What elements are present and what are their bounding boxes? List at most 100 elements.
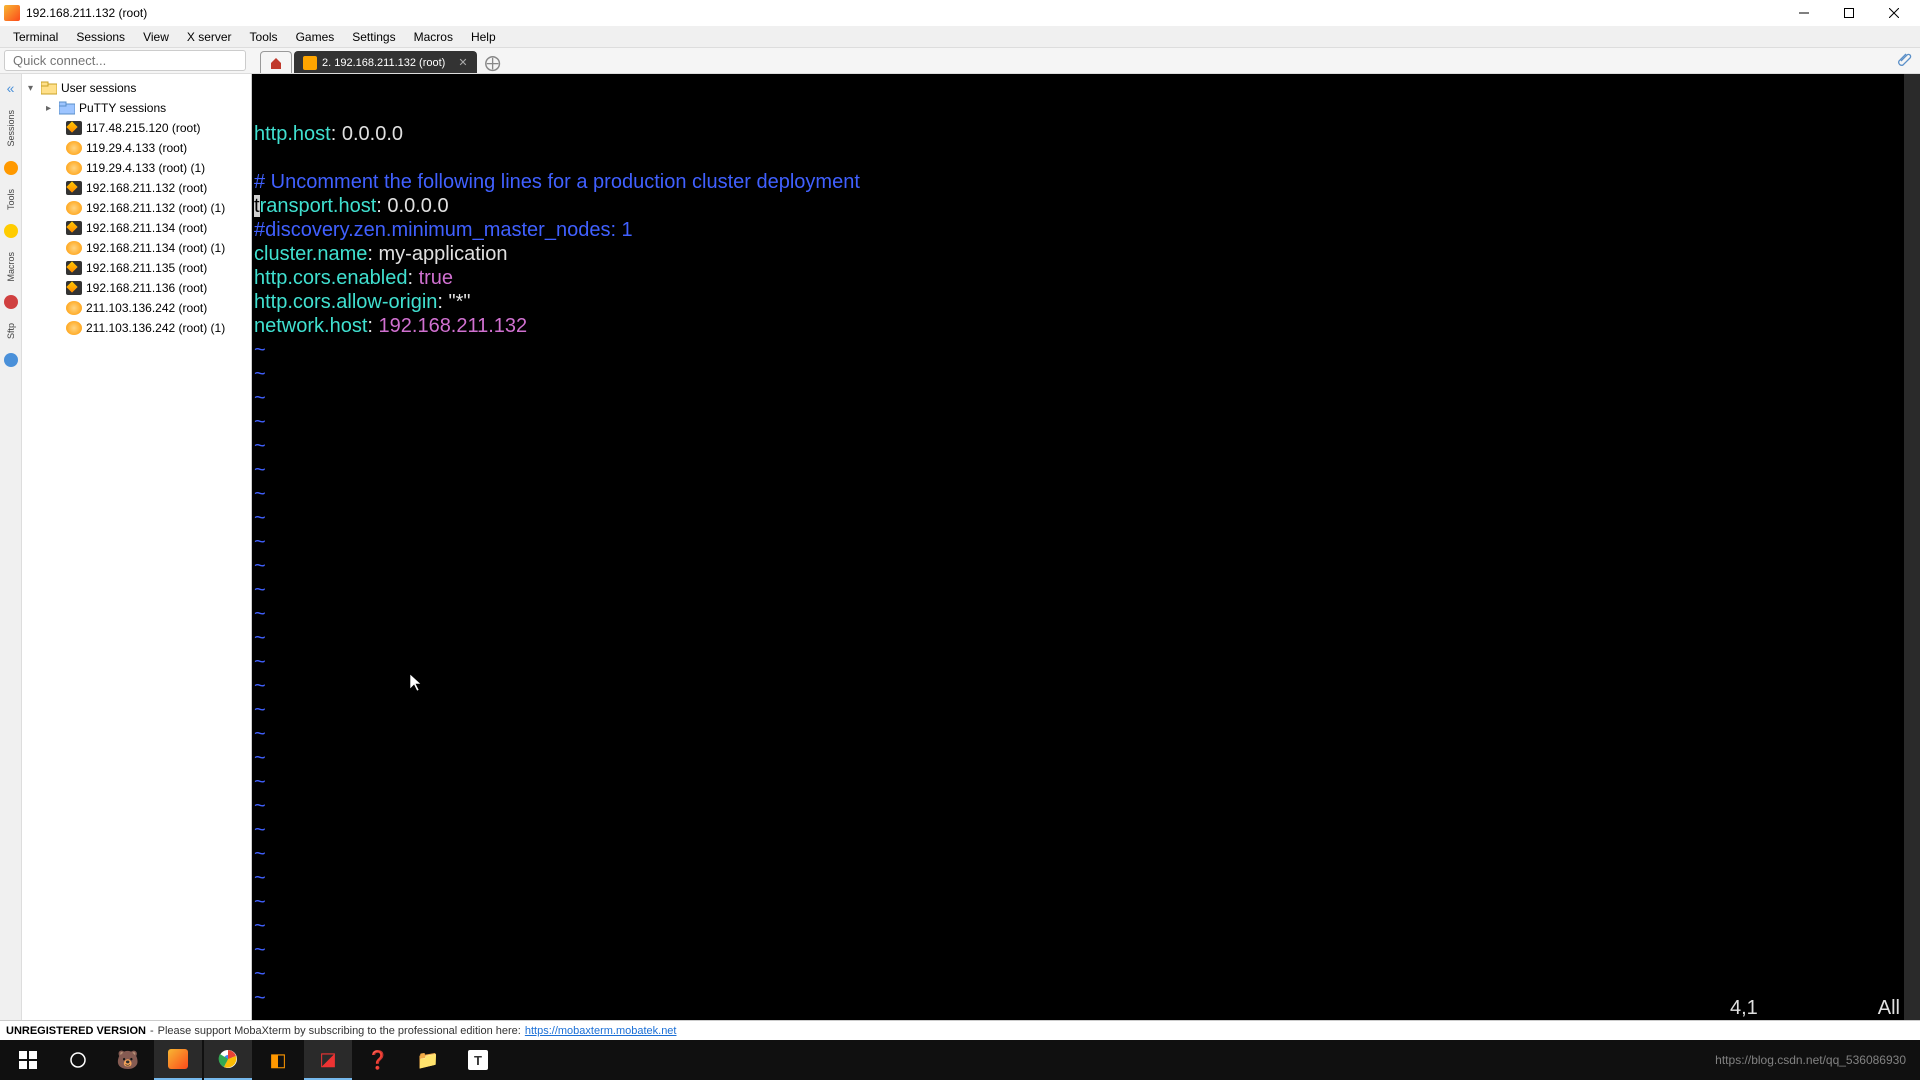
menu-settings[interactable]: Settings [343, 28, 404, 46]
vim-empty-line: ~ [254, 338, 1918, 362]
task-explorer[interactable]: 📁 [404, 1040, 452, 1080]
terminal-line: http.host: 0.0.0.0 [254, 122, 1918, 146]
menu-tools[interactable]: Tools [241, 28, 287, 46]
window-titlebar: 192.168.211.132 (root) [0, 0, 1920, 26]
globe-icon [66, 321, 82, 335]
terminal-line: #discovery.zen.minimum_master_nodes: 1 [254, 218, 1918, 242]
quick-connect-input[interactable] [4, 50, 246, 71]
terminal-line: # Uncomment the following lines for a pr… [254, 170, 1918, 194]
terminal-icon [303, 56, 317, 70]
rail-dot-icon [4, 295, 18, 309]
globe-icon [66, 241, 82, 255]
menu-games[interactable]: Games [287, 28, 344, 46]
task-app-5[interactable]: ❓ [354, 1040, 402, 1080]
session-item[interactable]: 211.103.136.242 (root) (1) [22, 318, 251, 338]
footer-link[interactable]: https://mobaxterm.mobatek.net [525, 1025, 677, 1037]
vim-empty-line: ~ [254, 650, 1918, 674]
scroll-status: All [1878, 996, 1900, 1020]
sessions-sidebar: ▾ User sessions ▸ PuTTY sessions 117.48.… [22, 74, 252, 1020]
attachment-icon[interactable] [1890, 48, 1920, 73]
menu-sessions[interactable]: Sessions [67, 28, 134, 46]
vim-empty-line: ~ [254, 746, 1918, 770]
start-button[interactable] [4, 1040, 52, 1080]
tree-root[interactable]: ▾ User sessions [22, 78, 251, 98]
task-mobaxterm[interactable] [154, 1040, 202, 1080]
tab-close-icon[interactable]: ✕ [458, 56, 467, 69]
session-item[interactable]: 119.29.4.133 (root) [22, 138, 251, 158]
vim-empty-line: ~ [254, 938, 1918, 962]
window-title: 192.168.211.132 (root) [26, 6, 147, 20]
rail-macros[interactable]: Macros [6, 250, 16, 284]
footer-bar: UNREGISTERED VERSION - Please support Mo… [0, 1020, 1920, 1040]
globe-icon [66, 161, 82, 175]
expander-icon[interactable]: ▾ [28, 83, 37, 94]
system-tray[interactable]: https://blog.csdn.net/qq_536086930 [1715, 1053, 1916, 1067]
watermark-text: https://blog.csdn.net/qq_536086930 [1715, 1053, 1906, 1067]
home-icon [269, 56, 283, 70]
task-app-6[interactable]: T [454, 1040, 502, 1080]
vim-empty-line: ~ [254, 818, 1918, 842]
vim-empty-line: ~ [254, 458, 1918, 482]
session-label: 192.168.211.134 (root) (1) [86, 241, 225, 255]
session-item[interactable]: 192.168.211.134 (root) [22, 218, 251, 238]
rail-dot-icon [4, 161, 18, 175]
footer-msg: Please support MobaXterm by subscribing … [158, 1025, 521, 1037]
terminal-icon [66, 281, 82, 295]
vim-empty-line: ~ [254, 362, 1918, 386]
terminal-line: cluster.name: my-application [254, 242, 1918, 266]
vim-empty-line: ~ [254, 914, 1918, 938]
tree-root-label: User sessions [61, 81, 136, 95]
session-item[interactable]: 192.168.211.136 (root) [22, 278, 251, 298]
session-item[interactable]: 117.48.215.120 (root) [22, 118, 251, 138]
expander-icon[interactable]: ▸ [46, 103, 55, 114]
collapse-sidebar-icon[interactable]: « [7, 80, 15, 96]
cortana-button[interactable] [54, 1040, 102, 1080]
vim-empty-line: ~ [254, 434, 1918, 458]
menubar: Terminal Sessions View X server Tools Ga… [0, 26, 1920, 48]
task-chrome[interactable] [204, 1040, 252, 1080]
tabstrip: 2. 192.168.211.132 (root) ✕ ⨁ [250, 48, 1890, 73]
maximize-button[interactable] [1826, 0, 1871, 26]
minimize-button[interactable] [1781, 0, 1826, 26]
session-item[interactable]: 119.29.4.133 (root) (1) [22, 158, 251, 178]
task-app-1[interactable]: 🐻 [104, 1040, 152, 1080]
session-label: 211.103.136.242 (root) (1) [86, 321, 225, 335]
terminal[interactable]: http.host: 0.0.0.0 # Uncomment the follo… [252, 74, 1920, 1020]
session-label: 192.168.211.135 (root) [86, 261, 207, 275]
task-app-3[interactable]: ◧ [254, 1040, 302, 1080]
cursor-position: 4,1 [1730, 996, 1758, 1020]
tab-home[interactable] [260, 51, 292, 73]
tab-label: 2. 192.168.211.132 (root) [322, 57, 445, 69]
session-label: 192.168.211.132 (root) (1) [86, 201, 225, 215]
menu-xserver[interactable]: X server [178, 28, 241, 46]
terminal-icon [66, 121, 82, 135]
session-item[interactable]: 192.168.211.135 (root) [22, 258, 251, 278]
menu-help[interactable]: Help [462, 28, 505, 46]
session-item[interactable]: 211.103.136.242 (root) [22, 298, 251, 318]
menu-terminal[interactable]: Terminal [4, 28, 67, 46]
rail-sessions[interactable]: Sessions [6, 108, 16, 149]
vim-empty-line: ~ [254, 578, 1918, 602]
tab-add-button[interactable]: ⨁ [479, 53, 507, 73]
task-app-4[interactable]: ◪ [304, 1040, 352, 1080]
menu-view[interactable]: View [134, 28, 178, 46]
vim-empty-line: ~ [254, 866, 1918, 890]
windows-taskbar: 🐻 ◧ ◪ ❓ 📁 T https://blog.csdn.net/qq_536… [0, 1040, 1920, 1080]
session-label: 192.168.211.136 (root) [86, 281, 207, 295]
rail-sftp[interactable]: Sftp [6, 321, 16, 341]
session-item[interactable]: 192.168.211.132 (root) [22, 178, 251, 198]
menu-macros[interactable]: Macros [405, 28, 462, 46]
star-icon [4, 224, 18, 238]
terminal-line: network.host: 192.168.211.132 [254, 314, 1918, 338]
session-item[interactable]: 192.168.211.134 (root) (1) [22, 238, 251, 258]
tree-putty[interactable]: ▸ PuTTY sessions [22, 98, 251, 118]
session-item[interactable]: 192.168.211.132 (root) (1) [22, 198, 251, 218]
rail-tools[interactable]: Tools [6, 187, 16, 212]
vim-empty-line: ~ [254, 482, 1918, 506]
session-label: 192.168.211.132 (root) [86, 181, 207, 195]
footer-sep: - [150, 1025, 154, 1037]
terminal-scrollbar[interactable] [1904, 74, 1920, 1020]
tab-session-active[interactable]: 2. 192.168.211.132 (root) ✕ [294, 51, 477, 73]
vim-statusline: 4,1 All [252, 996, 1920, 1020]
close-button[interactable] [1871, 0, 1916, 26]
